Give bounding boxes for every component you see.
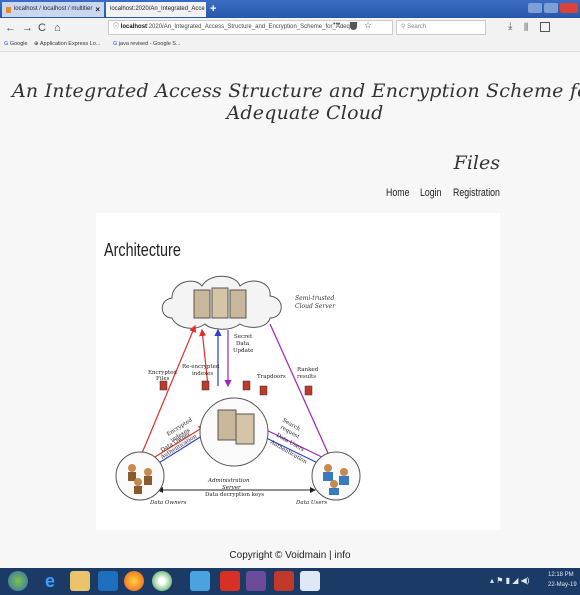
google-icon: G (113, 41, 118, 47)
bookmark-star-icon[interactable]: ☆ (364, 20, 372, 31)
bookmark-label: java revised - Google S... (118, 41, 181, 47)
site-info-icon[interactable]: ⓘ (113, 24, 119, 30)
maximize-window-button[interactable] (544, 3, 558, 13)
label-secret-1: Secret (234, 334, 253, 340)
close-window-button[interactable] (560, 3, 578, 13)
pocket-icon[interactable] (350, 22, 357, 30)
label-secret-3: Update (233, 348, 253, 354)
section-title: Architecture (104, 240, 181, 260)
bookmark-google[interactable]: G Google (4, 38, 28, 51)
search-placeholder: Search (407, 24, 427, 30)
chrome-icon[interactable] (152, 571, 172, 591)
label-ranked-1: Ranked (297, 367, 319, 373)
start-button-icon[interactable] (8, 571, 28, 591)
bookmark-java-revised[interactable]: G java revised - Google S... (113, 38, 181, 51)
search-input[interactable]: ⚲ Search (396, 20, 486, 35)
search-icon: ⚲ (401, 24, 406, 30)
data-owners-icon (115, 451, 165, 501)
document-icon (159, 380, 168, 391)
label-reencrypted-1: Re-encrypted (182, 364, 220, 370)
data-users-icon (311, 451, 361, 501)
administration-server-icon (199, 397, 269, 467)
label-ranked-2: results (297, 374, 316, 380)
bookmark-label: Application Express Lo... (39, 41, 101, 47)
sidebar-icon[interactable] (540, 22, 550, 32)
label-encrypted-files-2: Files (156, 376, 170, 382)
firefox-icon[interactable] (124, 571, 144, 591)
new-tab-button[interactable]: + (210, 3, 216, 15)
app-icon[interactable] (190, 571, 210, 591)
pdf-reader-icon[interactable] (220, 571, 240, 591)
clock-time[interactable]: 12:18 PM (548, 572, 574, 578)
url-path: :2020/An_Integrated_Access_Structure_and… (147, 24, 350, 30)
nav-registration-link[interactable]: Registration (453, 187, 500, 199)
page-title-line-2: Files (453, 152, 500, 174)
download-icon[interactable]: ⤓ (508, 21, 512, 32)
notepad-icon[interactable] (300, 571, 320, 591)
tab-localhost-multitier[interactable]: localhost / localhost / multitier × (2, 2, 104, 17)
page-actions-icon[interactable]: ••• (333, 21, 340, 28)
nav-home-link[interactable]: Home (386, 187, 409, 199)
app-icon[interactable] (274, 571, 294, 591)
label-data-owners: Data Owners (149, 500, 187, 506)
home-icon[interactable]: ⌂ (54, 21, 61, 35)
globe-icon: ⊕ (34, 41, 39, 47)
reload-icon[interactable]: C (38, 21, 46, 35)
label-data-users: Data Users (295, 500, 327, 506)
back-arrow-icon[interactable]: ← (5, 21, 16, 35)
url-host: localhost (120, 24, 148, 30)
internet-explorer-icon[interactable]: e (40, 571, 60, 591)
label-admin-2: Server (222, 485, 241, 491)
minimize-window-button[interactable] (528, 3, 542, 13)
app-icon[interactable] (98, 571, 118, 591)
cloud-label-2: Cloud Server (295, 303, 336, 310)
bookmark-label: Google (9, 41, 28, 47)
document-icon (201, 380, 210, 391)
tab-integrated-access[interactable]: localhost:2020/An_Integrated_Acce × (106, 2, 206, 17)
label-secret-2: Data (236, 341, 250, 347)
file-explorer-icon[interactable] (70, 571, 90, 591)
cloud-to-users-arrow (269, 323, 333, 464)
system-tray-icons[interactable]: ▴ ⚑ ▮ ◢ ◀) (490, 576, 529, 585)
app-icon[interactable] (246, 571, 266, 591)
reencrypted-arrow (199, 328, 209, 387)
architecture-diagram: Semi-trusted Cloud Server Encrypted File… (115, 275, 361, 506)
document-icon (242, 380, 251, 391)
bookmark-application-express[interactable]: ⊕ Application Express Lo... (34, 38, 100, 51)
tab-label: localhost / localhost / multitier (13, 6, 93, 12)
label-trapdoors: Trapdoors (257, 374, 286, 380)
clock-date[interactable]: 22-May-19 (548, 582, 577, 588)
document-icon (259, 385, 268, 396)
cloud-server-icon (161, 275, 282, 330)
google-icon: G (4, 41, 9, 47)
tab-favicon-icon (6, 6, 11, 13)
label-admin-1: Administration (207, 478, 250, 484)
nav-login-link[interactable]: Login (420, 187, 442, 199)
page-title-line-1: An Integrated Access Structure and Encry… (11, 80, 580, 124)
cloud-label-1: Semi-trusted (295, 295, 334, 302)
label-reencrypted-2: indexes (192, 371, 213, 377)
close-tab-icon[interactable]: × (95, 2, 100, 17)
page-footer: Copyright © Voidmain | info (229, 550, 351, 561)
library-icon[interactable]: ⫼ (524, 22, 528, 33)
label-decryption-keys: Data decryption keys (205, 492, 264, 498)
forward-arrow-icon[interactable]: → (22, 21, 33, 35)
document-icon (304, 385, 313, 396)
tab-label: localhost:2020/An_Integrated_Acce (110, 6, 205, 12)
